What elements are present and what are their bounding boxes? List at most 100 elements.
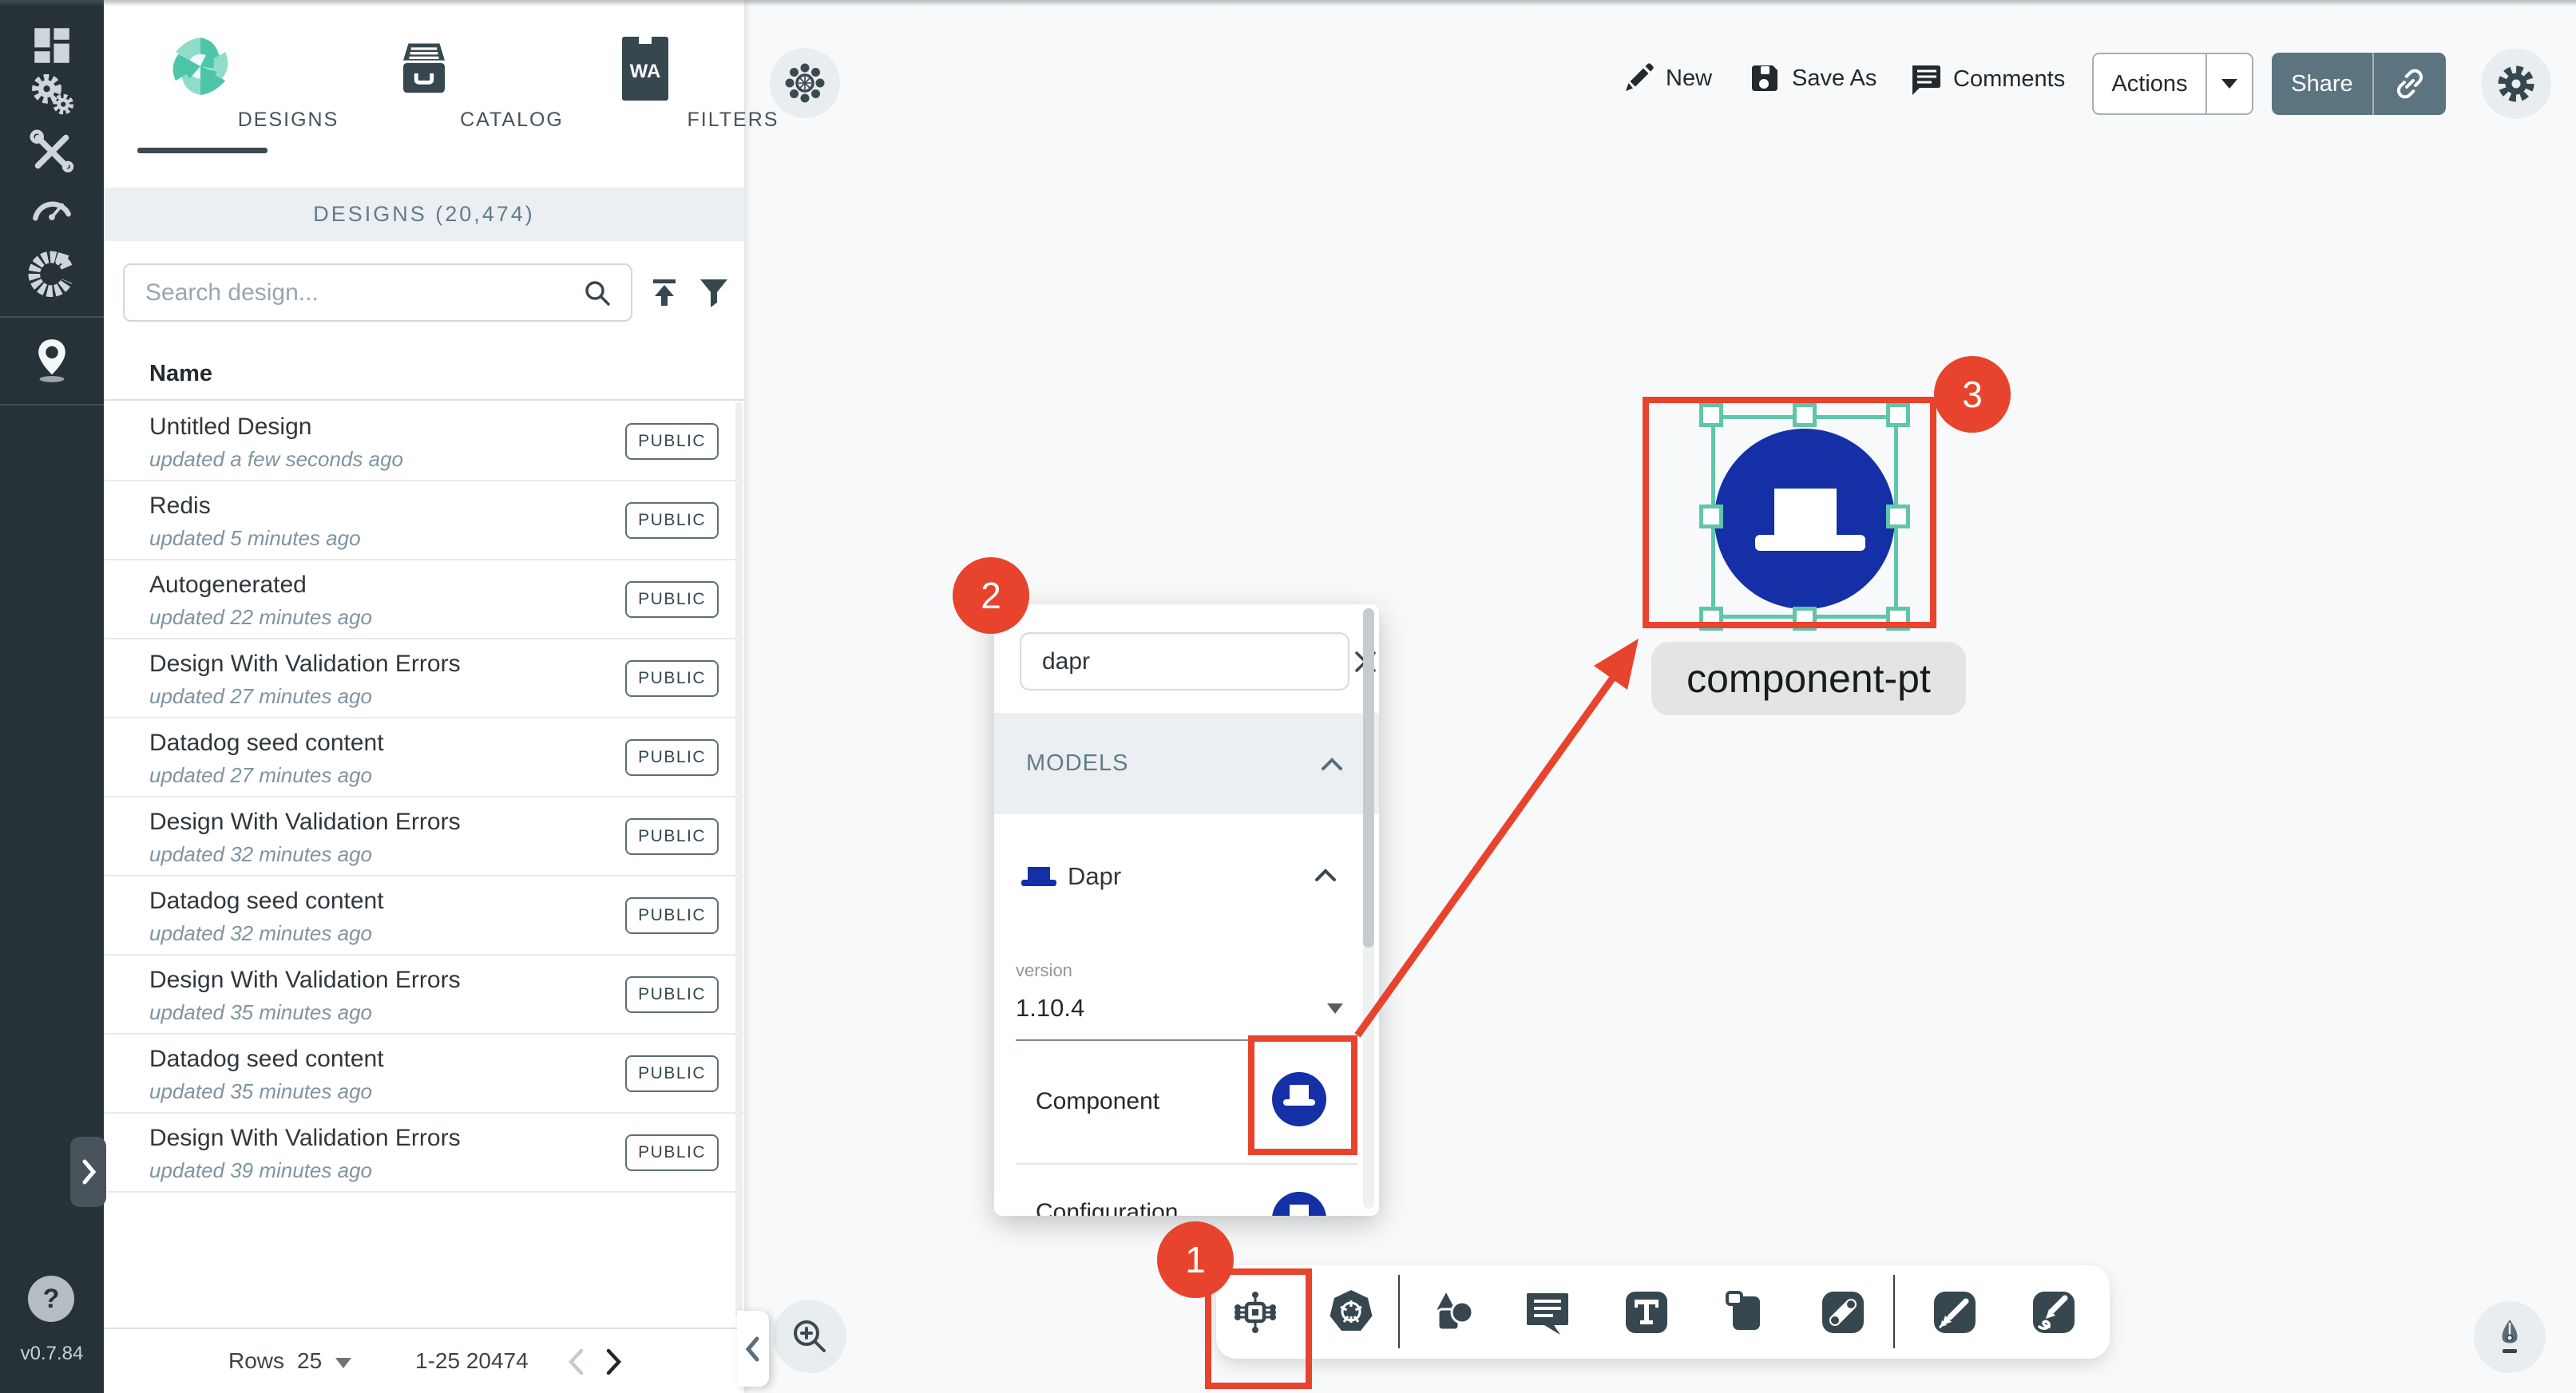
- design-row[interactable]: Datadog seed content updated 35 minutes …: [104, 1035, 744, 1114]
- design-search-box[interactable]: [123, 263, 632, 322]
- tab-designs[interactable]: DESIGNS: [113, 0, 288, 184]
- link-icon[interactable]: [2374, 66, 2446, 101]
- text-tool-button[interactable]: [1620, 1286, 1673, 1339]
- shapes-tool-button[interactable]: [1426, 1286, 1479, 1339]
- next-page-icon[interactable]: [604, 1347, 624, 1377]
- tab-filters[interactable]: WA FILTERS: [557, 0, 733, 184]
- chevron-up-icon[interactable]: [1320, 756, 1344, 772]
- page-range: 1-25 20474: [415, 1348, 529, 1374]
- toolbar-divider: [1398, 1275, 1400, 1348]
- version-label: version: [1016, 960, 1072, 981]
- filter-designs-icon[interactable]: [696, 275, 731, 310]
- lifecycle-gears-icon[interactable]: [0, 70, 104, 120]
- visibility-badge: PUBLIC: [625, 1055, 719, 1092]
- kanvas-app: New Save As Comments Actions Share: [0, 0, 2576, 1393]
- draw-edge-tool-button[interactable]: [1928, 1286, 1981, 1339]
- new-button[interactable]: New: [1621, 61, 1712, 96]
- pencil-icon: [1621, 61, 1656, 96]
- name-column-header: Name: [149, 361, 212, 387]
- model-row-dapr[interactable]: Dapr: [994, 814, 1379, 948]
- models-section-header[interactable]: MODELS: [994, 713, 1379, 814]
- configuration-row[interactable]: Configuration: [994, 1165, 1379, 1216]
- design-search-input[interactable]: [125, 279, 581, 307]
- settings-button[interactable]: [2481, 49, 2551, 119]
- chevron-up-icon[interactable]: [1314, 867, 1338, 883]
- upload-design-icon[interactable]: [647, 275, 682, 310]
- pen-nib-button[interactable]: [2474, 1301, 2546, 1373]
- pen-nib-icon: [2487, 1315, 2532, 1359]
- visibility-badge: PUBLIC: [625, 423, 719, 460]
- share-button[interactable]: Share: [2272, 53, 2446, 115]
- design-row[interactable]: Autogenerated updated 22 minutes ago PUB…: [104, 560, 744, 639]
- performance-gauge-icon[interactable]: [0, 185, 104, 235]
- actions-label: Actions: [2094, 71, 2205, 97]
- visibility-badge: PUBLIC: [625, 502, 719, 539]
- visibility-badge: PUBLIC: [625, 660, 719, 697]
- models-section-title: MODELS: [1026, 750, 1320, 777]
- dashboard-icon[interactable]: [0, 22, 104, 69]
- design-row[interactable]: Design With Validation Errors updated 32…: [104, 797, 744, 877]
- frame-tool-button[interactable]: [1719, 1286, 1772, 1339]
- model-search-box[interactable]: [1020, 632, 1349, 691]
- kanvas-pin-icon[interactable]: [0, 335, 104, 385]
- comment-icon: [1907, 61, 1944, 97]
- rows-label: Rows: [228, 1348, 284, 1374]
- tab-filters-label: FILTERS: [645, 109, 821, 132]
- component-label: Component: [1036, 1088, 1159, 1115]
- save-as-label: Save As: [1792, 65, 1877, 92]
- model-search-input[interactable]: [1021, 647, 1352, 676]
- canvas-mesh-button[interactable]: [770, 48, 840, 118]
- configuration-shape-icon[interactable]: [1272, 1192, 1326, 1216]
- design-row[interactable]: Design With Validation Errors updated 39…: [104, 1114, 744, 1193]
- search-icon[interactable]: [581, 277, 613, 309]
- select-caret-icon: [1327, 1003, 1343, 1014]
- header-divider: [104, 399, 744, 401]
- configuration-label: Configuration: [1036, 1199, 1178, 1216]
- actions-button[interactable]: Actions: [2092, 53, 2253, 115]
- drawer-collapse-handle[interactable]: [737, 1311, 769, 1387]
- rail-expand-handle[interactable]: [70, 1137, 106, 1207]
- design-row[interactable]: Redis updated 5 minutes ago PUBLIC: [104, 481, 744, 560]
- gear-icon: [2493, 61, 2539, 107]
- tab-catalog[interactable]: CATALOG: [336, 0, 512, 184]
- design-row[interactable]: Datadog seed content updated 27 minutes …: [104, 718, 744, 797]
- wasm-filter-icon: WA: [557, 37, 733, 101]
- share-label: Share: [2272, 71, 2372, 97]
- save-as-button[interactable]: Save As: [1747, 61, 1877, 96]
- freehand-draw-tool-button[interactable]: [2027, 1286, 2080, 1339]
- kubernetes-tool-button[interactable]: [1325, 1286, 1377, 1339]
- page-size-caret-icon[interactable]: [335, 1358, 351, 1368]
- rail-divider: [0, 404, 104, 406]
- comment-tool-button[interactable]: [1521, 1286, 1574, 1339]
- drawer-scrollbar[interactable]: [735, 402, 743, 1317]
- version-select[interactable]: 1.10.4: [1016, 994, 1351, 1023]
- page-size-value[interactable]: 25: [297, 1348, 322, 1374]
- node-name-label[interactable]: component-pt: [1651, 642, 1966, 715]
- meshery-spiral-icon: [113, 34, 288, 99]
- help-button[interactable]: ?: [28, 1276, 74, 1322]
- comments-button[interactable]: Comments: [1907, 61, 2065, 97]
- pagination-bar: Rows 25 1-25 20474: [104, 1328, 744, 1393]
- catalog-archive-icon: [336, 38, 512, 101]
- canvas-toolbar: [1216, 1265, 2110, 1359]
- visibility-badge: PUBLIC: [625, 581, 719, 618]
- design-row[interactable]: Untitled Design updated a few seconds ag…: [104, 402, 744, 481]
- visibility-badge: PUBLIC: [625, 897, 719, 934]
- comments-label: Comments: [1953, 66, 2065, 93]
- extensions-icon[interactable]: [0, 246, 104, 297]
- prev-page-icon[interactable]: [565, 1347, 586, 1377]
- panel-scrollbar-thumb[interactable]: [1363, 608, 1374, 948]
- design-row[interactable]: Design With Validation Errors updated 35…: [104, 956, 744, 1035]
- design-row[interactable]: Design With Validation Errors updated 27…: [104, 639, 744, 718]
- rail-divider: [0, 316, 104, 318]
- zoom-button[interactable]: [773, 1300, 846, 1373]
- annotation-badge-3: 3: [1934, 356, 2011, 433]
- actions-caret[interactable]: [2207, 78, 2252, 89]
- zoom-in-icon: [787, 1314, 832, 1359]
- designs-drawer: DESIGNS CATALOG WA FILTERS: [104, 0, 744, 1393]
- design-row[interactable]: Datadog seed content updated 32 minutes …: [104, 877, 744, 956]
- link-tool-button[interactable]: [1817, 1286, 1869, 1339]
- wa-badge: WA: [622, 61, 668, 83]
- annotation-badge-2: 2: [953, 557, 1029, 634]
- configuration-tools-icon[interactable]: [0, 128, 104, 176]
